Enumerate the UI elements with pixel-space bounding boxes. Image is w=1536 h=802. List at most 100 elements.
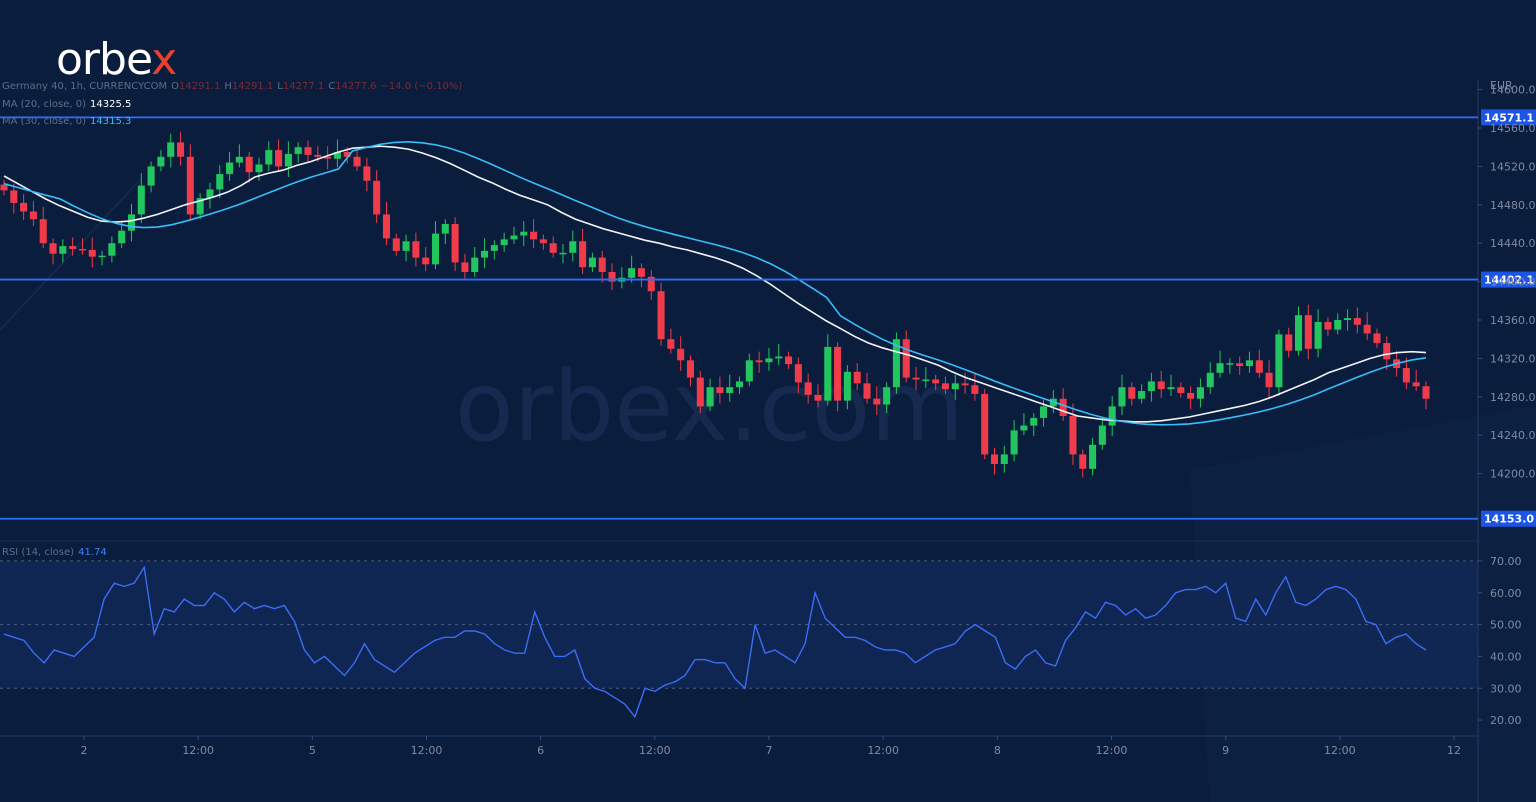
candle-body[interactable] <box>1089 444 1097 469</box>
candle-body[interactable] <box>1069 416 1077 455</box>
candle-body[interactable] <box>745 360 753 382</box>
candle-body[interactable] <box>402 241 410 251</box>
candle-body[interactable] <box>176 142 185 157</box>
candle-body[interactable] <box>961 383 969 386</box>
candle-body[interactable] <box>883 387 891 405</box>
candle-body[interactable] <box>1157 381 1165 390</box>
candle-body[interactable] <box>69 246 77 249</box>
candle-body[interactable] <box>1177 387 1185 393</box>
candle-body[interactable] <box>598 257 606 272</box>
candle-body[interactable] <box>118 230 126 244</box>
candle-body[interactable] <box>167 142 175 157</box>
candle-body[interactable] <box>461 262 469 272</box>
candle-body[interactable] <box>20 202 28 212</box>
candle-body[interactable] <box>88 249 96 257</box>
chart-svg[interactable]: orbex.com14571.114402.114153.0EUR14600.0… <box>0 0 1536 802</box>
candle-body[interactable] <box>569 241 577 253</box>
candle-body[interactable] <box>1285 334 1293 351</box>
candle-body[interactable] <box>588 257 596 268</box>
candle-body[interactable] <box>1010 430 1018 455</box>
candle-body[interactable] <box>1196 387 1204 399</box>
candle-body[interactable] <box>127 214 136 231</box>
candle-body[interactable] <box>481 250 489 258</box>
candle-body[interactable] <box>216 174 224 190</box>
candle-body[interactable] <box>1187 392 1195 399</box>
candle-body[interactable] <box>686 360 695 378</box>
candle-body[interactable] <box>775 356 783 359</box>
candle-body[interactable] <box>990 454 999 464</box>
candle-body[interactable] <box>1000 454 1008 464</box>
candle-body[interactable] <box>10 190 18 203</box>
candle-body[interactable] <box>108 243 116 256</box>
candle-body[interactable] <box>1079 454 1087 469</box>
candle-body[interactable] <box>186 156 194 215</box>
candle-body[interactable] <box>765 358 773 363</box>
candle-body[interactable] <box>520 231 528 236</box>
candle-body[interactable] <box>422 257 430 265</box>
candle-body[interactable] <box>1245 360 1254 367</box>
candle-body[interactable] <box>382 214 390 239</box>
candle-body[interactable] <box>843 371 851 401</box>
candle-body[interactable] <box>1108 406 1116 426</box>
candle-body[interactable] <box>1265 372 1273 388</box>
candle-body[interactable] <box>902 339 910 378</box>
candle-body[interactable] <box>657 291 665 340</box>
candle-body[interactable] <box>1147 381 1155 392</box>
candle-body[interactable] <box>873 398 881 405</box>
candle-body[interactable] <box>530 231 538 240</box>
candle-body[interactable] <box>0 184 8 191</box>
candle-body[interactable] <box>559 252 567 255</box>
candle-body[interactable] <box>1098 425 1106 445</box>
candle-body[interactable] <box>716 387 724 393</box>
candle-body[interactable] <box>706 387 714 407</box>
candle-body[interactable] <box>1383 343 1391 360</box>
candle-body[interactable] <box>275 150 283 167</box>
candle-body[interactable] <box>363 166 371 181</box>
candle-body[interactable] <box>1030 417 1038 426</box>
candle-body[interactable] <box>1373 333 1381 344</box>
candle-body[interactable] <box>1167 387 1175 390</box>
candle-body[interactable] <box>1226 363 1234 365</box>
candle-body[interactable] <box>785 356 793 365</box>
candle-body[interactable] <box>1138 391 1146 399</box>
candle-body[interactable] <box>794 364 802 383</box>
candle-body[interactable] <box>265 150 273 165</box>
candle-body[interactable] <box>628 268 636 278</box>
candle-body[interactable] <box>245 156 253 173</box>
candle-body[interactable] <box>932 379 940 384</box>
candle-body[interactable] <box>294 147 302 154</box>
candle-body[interactable] <box>834 346 842 401</box>
candle-body[interactable] <box>1304 315 1312 349</box>
candle-body[interactable] <box>392 238 400 251</box>
candle-body[interactable] <box>853 371 861 384</box>
candle-body[interactable] <box>137 185 145 215</box>
candle-body[interactable] <box>157 156 165 167</box>
candle-body[interactable] <box>255 164 263 173</box>
candle-body[interactable] <box>1314 321 1322 349</box>
candle-body[interactable] <box>941 383 949 390</box>
candle-body[interactable] <box>490 245 498 251</box>
candle-body[interactable] <box>353 156 361 167</box>
candle-body[interactable] <box>1059 398 1067 416</box>
candle-body[interactable] <box>1294 315 1303 351</box>
candle-body[interactable] <box>500 239 508 246</box>
candle-body[interactable] <box>1363 324 1371 334</box>
candle-body[interactable] <box>431 233 440 265</box>
candle-body[interactable] <box>304 147 312 155</box>
candle-body[interactable] <box>1255 360 1263 373</box>
candle-body[interactable] <box>373 180 381 215</box>
candle-body[interactable] <box>1020 425 1028 431</box>
candle-body[interactable] <box>755 360 763 363</box>
candle-body[interactable] <box>471 257 479 272</box>
candle-body[interactable] <box>667 339 675 349</box>
candle-body[interactable] <box>29 211 37 220</box>
candle-body[interactable] <box>814 394 822 401</box>
candle-body[interactable] <box>1353 318 1361 325</box>
candle-body[interactable] <box>1040 406 1048 418</box>
candle-body[interactable] <box>235 156 243 163</box>
candle-body[interactable] <box>147 166 155 186</box>
candle-body[interactable] <box>1206 372 1214 388</box>
candle-body[interactable] <box>579 241 587 268</box>
candle-body[interactable] <box>1334 320 1342 330</box>
candle-body[interactable] <box>451 224 459 263</box>
